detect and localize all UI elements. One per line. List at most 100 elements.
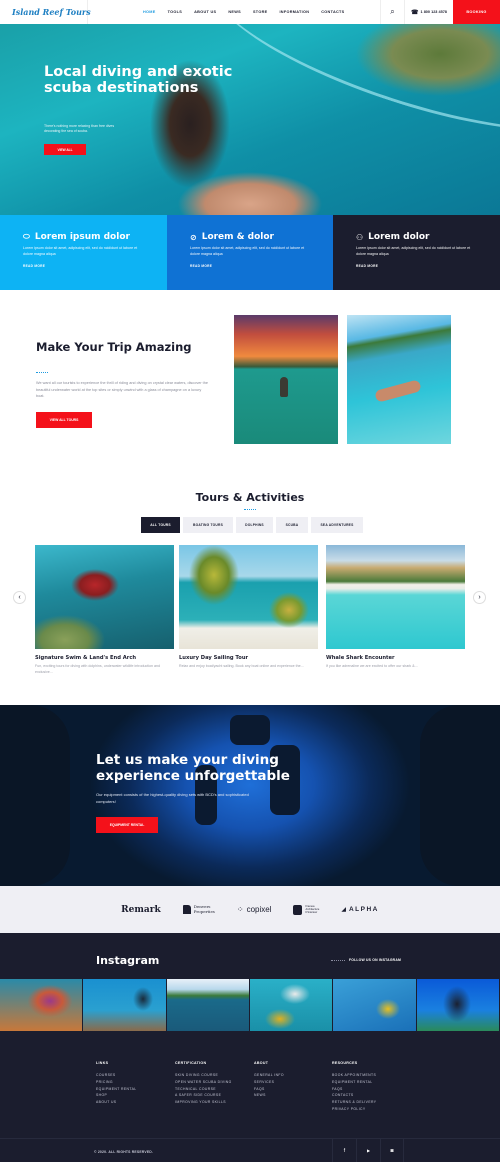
partner-logo-framea[interactable]: Framea Architecture D'interieur [293,904,319,915]
footer-link[interactable]: SHOP [96,1092,137,1099]
footer-link[interactable]: OPEN WATER SCUBA DIVING [175,1079,232,1086]
booking-button[interactable]: BOOKING [453,0,500,24]
copixel-logo-text: copixel [246,905,272,914]
search-icon: ⌕ [390,7,395,16]
footer-link[interactable]: A SAFER SIDE COURSE [175,1092,232,1099]
footer-heading: RESOURCES [332,1061,358,1065]
footer-heading: ABOUT [254,1061,269,1065]
tour-card[interactable]: Signature Swim & Land's End Arch Fun, ex… [35,545,174,675]
tab-dolphins[interactable]: DOLPHINS [236,517,273,533]
footer-column-resources: RESOURCES BOOK APPOINTMENTS EQUIPMENT RE… [332,1061,376,1113]
footer-column-links: LINKS COURSES PRICING EQUIPMENT RENTAL S… [96,1061,137,1106]
chevron-right-icon: › [478,594,481,601]
phone-icon: ☎ [411,9,419,16]
footer-link[interactable]: IMPROVING YOUR SKILLS [175,1099,232,1106]
diving-title: Let us make your diving experience unfor… [96,752,290,784]
feature-text: Lorem ipsum dolor sit amet, adipiscing e… [190,246,305,256]
carousel-prev-button[interactable]: ‹ [13,591,26,604]
main-nav: HOME TOOLS ABOUT US NEWS STORE INFORMATI… [143,0,356,24]
instagram-photo-sea-turtle[interactable] [0,979,84,1031]
footer-link[interactable]: GENERAL INFO [254,1072,284,1079]
footer-link[interactable]: TECHNICAL COURSE [175,1086,232,1093]
instagram-title: Instagram [96,954,160,967]
footer-link[interactable]: EQUIPMENT RENTAL [96,1086,137,1093]
footer-link[interactable]: PRICING [96,1079,137,1086]
partner-logo-denvers[interactable]: Denvers Properties [182,904,215,914]
tour-card-text: If you like adrenaline we are excited to… [326,664,418,668]
feature-title: Lorem dolor [368,232,430,242]
tab-boating-tours[interactable]: BOATING TOURS [183,517,233,533]
instagram-button[interactable]: ◙ [380,1139,404,1162]
footer-link[interactable]: EQUIPMENT RENTAL [332,1079,376,1086]
tour-card[interactable]: Whale Shark Encounter If you like adrena… [326,545,465,669]
search-button[interactable]: ⌕ [380,0,404,24]
cave-wall [420,705,500,886]
tours-title: Tours & Activities [195,491,305,504]
nav-store[interactable]: STORE [253,10,268,14]
facebook-button[interactable]: f [332,1139,356,1162]
logo[interactable]: Island Reef Tours [0,0,91,24]
phone-link[interactable]: ☎ 1 800 123 4578 [404,0,453,24]
partner-logo-alpha[interactable]: ◢ ALPHA [341,906,379,913]
partner-logo-remark[interactable]: Remark [121,905,161,915]
sunset-wading-photo [234,315,338,444]
nav-contacts[interactable]: CONTACTS [321,10,344,14]
footer-link[interactable]: COURSES [96,1072,137,1079]
instagram-photo-snorkel-mask[interactable] [333,979,417,1031]
tour-card-title: Signature Swim & Land's End Arch [35,655,137,661]
diving-text: Our equipment consists of the highest-qu… [96,792,249,804]
equipment-rental-button[interactable]: EQUIPMENT RENTAL [96,817,158,833]
footer-section [0,933,500,1162]
twitter-button[interactable]: ▶ [356,1139,380,1162]
tab-all-tours[interactable]: ALL TOURS [141,517,180,533]
nav-news[interactable]: NEWS [228,10,241,14]
feature-card: ⚇ Lorem dolor Lorem ipsum dolor sit amet,… [333,215,500,290]
instagram-photo-scuba-diver[interactable] [416,979,500,1031]
tour-card[interactable]: Luxury Day Sailing Tour Relax and enjoy … [179,545,318,669]
tour-photo-swim [35,545,174,649]
instagram-photo-tropical-fish[interactable] [249,979,334,1031]
partner-logo-copixel[interactable]: ⁘ copixel [237,905,272,914]
copyright: © 2020. ALL RIGHTS RESERVED. [94,1150,154,1154]
footer-link[interactable]: FAQS [254,1086,284,1093]
footer-link[interactable]: ABOUT US [96,1099,137,1106]
footer-link[interactable]: PRIVACY POLICY [332,1106,376,1113]
tab-scuba[interactable]: SCUBA [276,517,308,533]
footer-heading: CERTIFICATION [175,1061,207,1065]
nav-tools[interactable]: TOOLS [168,10,183,14]
trip-title: Make Your Trip Amazing [36,340,192,354]
carousel-next-button[interactable]: › [473,591,486,604]
diving-mask-icon: ⬭ [23,232,30,241]
instagram-photo-snorkeler[interactable] [166,979,250,1031]
instagram-photo-diver-fish[interactable] [83,979,167,1031]
denvers-logo-icon [182,905,191,914]
twitter-icon: ▶ [366,1148,371,1153]
feature-card: ⬭ Lorem ipsum dolor Lorem ipsum dolor sit… [0,215,167,290]
feature-text: Lorem ipsum dolor sit amet, adipiscing e… [23,246,138,256]
read-more-link[interactable]: READ MORE [356,264,500,268]
footer-link[interactable]: SKIN DIVING COURSE [175,1072,232,1079]
view-all-button[interactable]: VIEW ALL [44,144,86,155]
read-more-link[interactable]: READ MORE [190,264,333,268]
partner-logos: Remark Denvers Properties ⁘ copixel Frame… [0,886,500,933]
footer-link[interactable]: RETURNS & DELIVERY [332,1099,376,1106]
follow-instagram-label: FOLLOW US ON INSTAGRAM [349,958,401,962]
follow-instagram-link[interactable]: FOLLOW US ON INSTAGRAM [331,958,401,962]
tour-card-text: Fun, exciting tours for diving with dolp… [35,664,161,674]
nav-information[interactable]: INFORMATION [279,10,309,14]
nav-about-us[interactable]: ABOUT US [194,10,216,14]
framea-logo-icon [293,904,303,915]
alpha-logo-text: ALPHA [348,906,379,913]
alpha-logo-icon: ◢ [341,907,346,913]
footer-link[interactable]: FAQS [332,1086,376,1093]
tab-sea-adventures[interactable]: SEA ADVENTURES [311,517,363,533]
footer-link[interactable]: NEWS [254,1092,284,1099]
feature-card: ⊘ Lorem & dolor Lorem ipsum dolor sit ame… [167,215,333,290]
footer-link[interactable]: BOOK APPOINTMENTS [332,1072,376,1079]
read-more-link[interactable]: READ MORE [23,264,167,268]
wave-divider [331,959,345,961]
footer-link[interactable]: CONTACTS [332,1092,376,1099]
footer-link[interactable]: SERVICES [254,1079,284,1086]
nav-home[interactable]: HOME [143,10,156,14]
view-all-tours-button[interactable]: VIEW ALL TOURS [36,412,92,428]
